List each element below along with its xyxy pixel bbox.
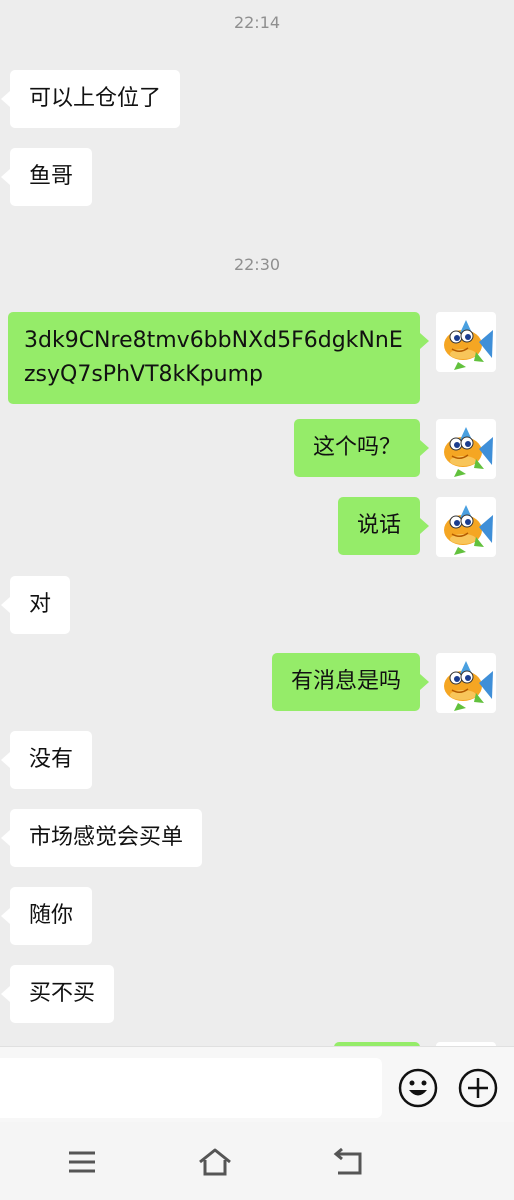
smiley-icon[interactable] [397, 1067, 439, 1109]
chat-area[interactable]: 22:14 可以上仓位了 鱼哥 22:30 3dk9CNre8tmv6bbNXd… [0, 0, 514, 1046]
back-icon[interactable] [328, 1146, 368, 1178]
fish-avatar-icon[interactable] [436, 497, 496, 557]
outgoing-message[interactable]: 这个吗？ [293, 419, 430, 477]
input-bar [0, 1046, 514, 1123]
outgoing-message[interactable]: 有消息是吗 [271, 653, 430, 711]
menu-icon[interactable] [62, 1146, 102, 1178]
timestamp: 22:14 [233, 13, 281, 32]
plus-circle-icon[interactable] [457, 1067, 499, 1109]
outgoing-message[interactable]: 说话 [337, 497, 430, 555]
incoming-message[interactable]: 随你 [0, 887, 93, 945]
fish-avatar-icon[interactable] [436, 312, 496, 372]
incoming-message[interactable]: 鱼哥 [0, 148, 93, 206]
home-icon[interactable] [195, 1146, 235, 1178]
incoming-message[interactable]: 可以上仓位了 [0, 70, 181, 128]
incoming-message[interactable]: 没有 [0, 731, 93, 789]
incoming-message[interactable]: 市场感觉会买单 [0, 809, 203, 867]
fish-avatar-icon[interactable] [436, 419, 496, 479]
timestamp: 22:30 [233, 255, 281, 274]
outgoing-message[interactable]: 3dk9CNre8tmv6bbNXd5F6dgkNnEzsyQ7sPhVT8kK… [8, 312, 429, 404]
incoming-message[interactable]: 买不买 [0, 965, 115, 1023]
fish-avatar-icon[interactable] [436, 653, 496, 713]
message-input[interactable] [0, 1058, 382, 1118]
system-nav-bar [0, 1122, 514, 1200]
incoming-message[interactable]: 对 [0, 576, 71, 634]
